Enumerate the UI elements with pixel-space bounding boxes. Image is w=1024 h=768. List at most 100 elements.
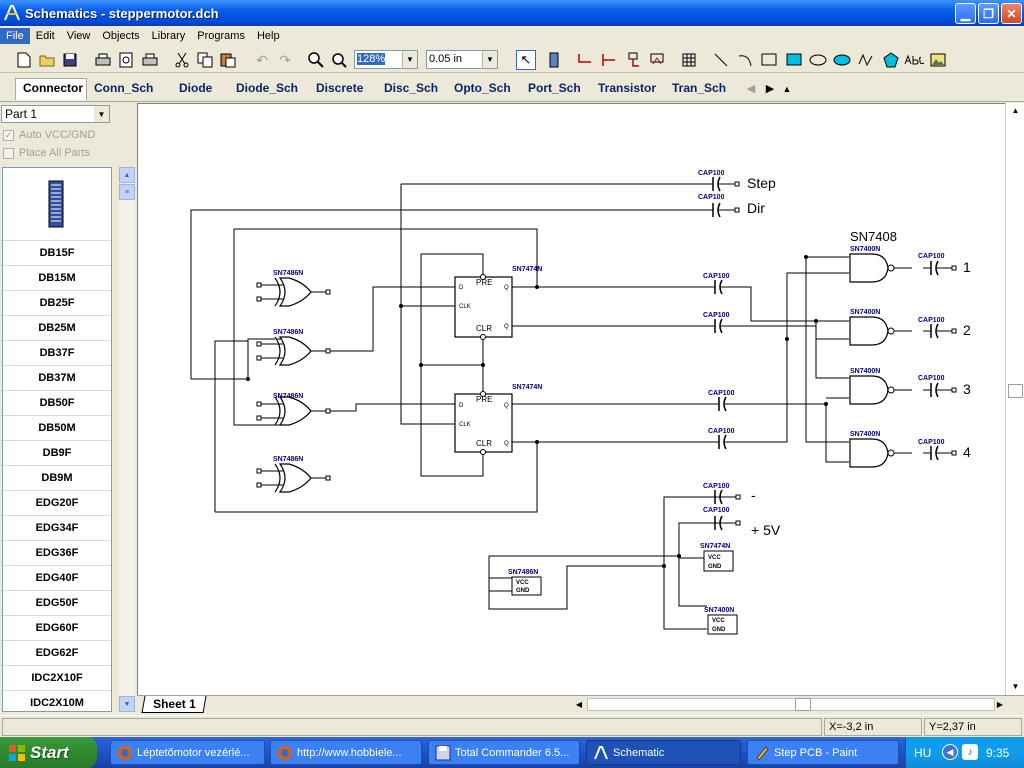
schematic-canvas[interactable]: SN7486N SN7486N SN7486N SN7486N SN7474N … <box>137 103 1005 695</box>
xor-gate-1[interactable]: SN7486N <box>256 270 331 307</box>
scroll-up-button[interactable]: ▲ <box>1008 103 1023 118</box>
select-tool-button[interactable]: ↖ <box>516 50 536 70</box>
canvas-vertical-scrollbar[interactable]: ▲ ▼ <box>1005 103 1024 695</box>
library-tab-tran-sch[interactable]: Tran_Sch <box>672 81 726 95</box>
menu-view[interactable]: View <box>61 28 97 44</box>
library-scroll-right-button[interactable]: ▶ <box>761 80 779 97</box>
line-tool-button[interactable] <box>711 50 731 70</box>
library-tab-disc-sch[interactable]: Disc_Sch <box>384 81 438 95</box>
power-pin-sn7474[interactable]: SN7474N VCC GND <box>700 543 734 572</box>
part-item-edg40f[interactable]: EDG40F <box>3 566 111 591</box>
language-indicator[interactable]: HU <box>914 746 931 760</box>
zoom-in-button[interactable] <box>306 50 326 70</box>
cap-q1bar[interactable]: CAP100 <box>703 312 738 334</box>
task-firefox-2[interactable]: http://www.hobbiele... <box>270 740 422 765</box>
library-menu-button[interactable]: ▲ <box>781 81 793 96</box>
auto-vcc-checkbox[interactable]: ✓ Auto VCC/GND <box>3 127 95 143</box>
cap-plus5v[interactable]: CAP100 <box>703 507 741 531</box>
filled-rectangle-tool-button[interactable] <box>784 50 804 70</box>
new-button[interactable] <box>14 50 34 70</box>
flip-flop-1[interactable]: SN7474N PRE CLR CLK D Q Q <box>454 266 542 340</box>
part-item-edg50f[interactable]: EDG50F <box>3 591 111 616</box>
part-item-idc2x10m[interactable]: IDC2X10M <box>3 691 111 711</box>
zoom-combo[interactable]: 128% ▼ <box>354 50 418 69</box>
part-item-idc2x10f[interactable]: IDC2X10F <box>3 666 111 691</box>
menu-objects[interactable]: Objects <box>96 28 145 44</box>
cap-dir[interactable]: CAP100 <box>698 194 740 218</box>
part-item-db25m[interactable]: DB25M <box>3 316 111 341</box>
open-button[interactable] <box>37 50 57 70</box>
wire-tool-button[interactable] <box>575 50 595 70</box>
scroll-up-button[interactable]: ▲ <box>119 167 135 183</box>
nand-gate-4[interactable]: SN7400N <box>849 431 913 468</box>
part-item-edg36f[interactable]: EDG36F <box>3 541 111 566</box>
polyline-tool-button[interactable] <box>856 50 876 70</box>
task-schematic[interactable]: Schematic <box>586 740 741 765</box>
cap-out3[interactable]: CAP100 <box>918 375 957 398</box>
task-firefox-1[interactable]: Léptetőmotor vezérlé... <box>110 740 265 765</box>
scroll-thumb[interactable] <box>1008 384 1023 398</box>
scroll-down-button[interactable]: ▼ <box>119 696 135 712</box>
polygon-tool-button[interactable] <box>881 50 901 70</box>
part-item-db15m[interactable]: DB15M <box>3 266 111 291</box>
grid-combo[interactable]: 0.05 in ▼ <box>426 50 498 69</box>
filled-ellipse-tool-button[interactable] <box>832 50 852 70</box>
part-item-edg20f[interactable]: EDG20F <box>3 491 111 516</box>
schematic-drawing[interactable]: SN7486N SN7486N SN7486N SN7486N SN7474N … <box>138 104 1004 694</box>
menu-programs[interactable]: Programs <box>191 28 251 44</box>
library-tab-discrete[interactable]: Discrete <box>316 81 363 95</box>
canvas-horizontal-scrollbar[interactable] <box>587 698 995 711</box>
hscroll-thumb[interactable] <box>795 698 811 711</box>
cap-q1[interactable]: CAP100 <box>703 273 738 295</box>
part-item-db15f[interactable]: DB15F <box>3 241 111 266</box>
library-tab-conn-sch[interactable]: Conn_Sch <box>94 81 153 95</box>
cap-q2bar[interactable]: CAP100 <box>708 428 742 450</box>
cap-step[interactable]: CAP100 <box>698 170 740 192</box>
xor-gate-3[interactable]: SN7486N <box>256 393 331 426</box>
library-tab-diode[interactable]: Diode <box>179 81 212 95</box>
part-item-db9m[interactable]: DB9M <box>3 466 111 491</box>
undo-button[interactable]: ↶ <box>252 50 272 70</box>
part-list-scrollbar[interactable]: ▲ ≡ ▼ <box>119 167 135 712</box>
netlabel-tool-button[interactable] <box>647 50 667 70</box>
cap-out4[interactable]: CAP100 <box>918 439 957 461</box>
part-item-db37m[interactable]: DB37M <box>3 366 111 391</box>
cap-minus[interactable]: CAP100 <box>703 483 741 505</box>
part-item-edg62f[interactable]: EDG62F <box>3 641 111 666</box>
part-item-db37f[interactable]: DB37F <box>3 341 111 366</box>
part-item-db50m[interactable]: DB50M <box>3 416 111 441</box>
copy-button[interactable] <box>195 50 215 70</box>
ellipse-tool-button[interactable] <box>808 50 828 70</box>
print-button[interactable] <box>93 50 113 70</box>
cut-button[interactable] <box>172 50 192 70</box>
paste-button[interactable] <box>218 50 238 70</box>
volume-icon[interactable]: ♪ <box>962 744 978 760</box>
nand-gate-1[interactable]: SN7400N <box>849 246 913 283</box>
cap-q2[interactable]: CAP100 <box>708 390 742 412</box>
power-pin-sn7400[interactable]: SN7400N VCC GND <box>704 607 738 635</box>
back-arrow-icon[interactable]: ◀ <box>942 744 958 760</box>
power-pin-sn7486[interactable]: SN7486N VCC GND <box>508 569 542 596</box>
menu-help[interactable]: Help <box>251 28 286 44</box>
hscroll-left-button[interactable]: ◀ <box>572 697 586 712</box>
start-button[interactable]: Start <box>0 737 97 768</box>
menu-library[interactable]: Library <box>146 28 192 44</box>
library-tab-connector[interactable]: Connector <box>23 81 83 95</box>
library-tab-diode-sch[interactable]: Diode_Sch <box>236 81 298 95</box>
menu-file[interactable]: File <box>0 28 30 44</box>
hscroll-right-button[interactable]: ▶ <box>993 697 1007 712</box>
menu-edit[interactable]: Edit <box>30 28 61 44</box>
redo-button[interactable]: ↷ <box>275 50 295 70</box>
part-item-db9f[interactable]: DB9F <box>3 441 111 466</box>
component-tool-button[interactable] <box>544 50 564 70</box>
rectangle-tool-button[interactable] <box>759 50 779 70</box>
restore-button[interactable]: ❐ <box>978 3 999 24</box>
library-tab-opto-sch[interactable]: Opto_Sch <box>454 81 511 95</box>
nand-gate-3[interactable]: SN7400N <box>849 368 913 405</box>
junction-tool-button[interactable] <box>623 50 643 70</box>
cap-out1[interactable]: CAP100 <box>918 253 957 276</box>
library-tab-transistor[interactable]: Transistor <box>598 81 656 95</box>
image-tool-button[interactable] <box>928 50 948 70</box>
place-all-checkbox[interactable]: Place All Parts <box>3 145 90 161</box>
bus-tool-button[interactable] <box>599 50 619 70</box>
